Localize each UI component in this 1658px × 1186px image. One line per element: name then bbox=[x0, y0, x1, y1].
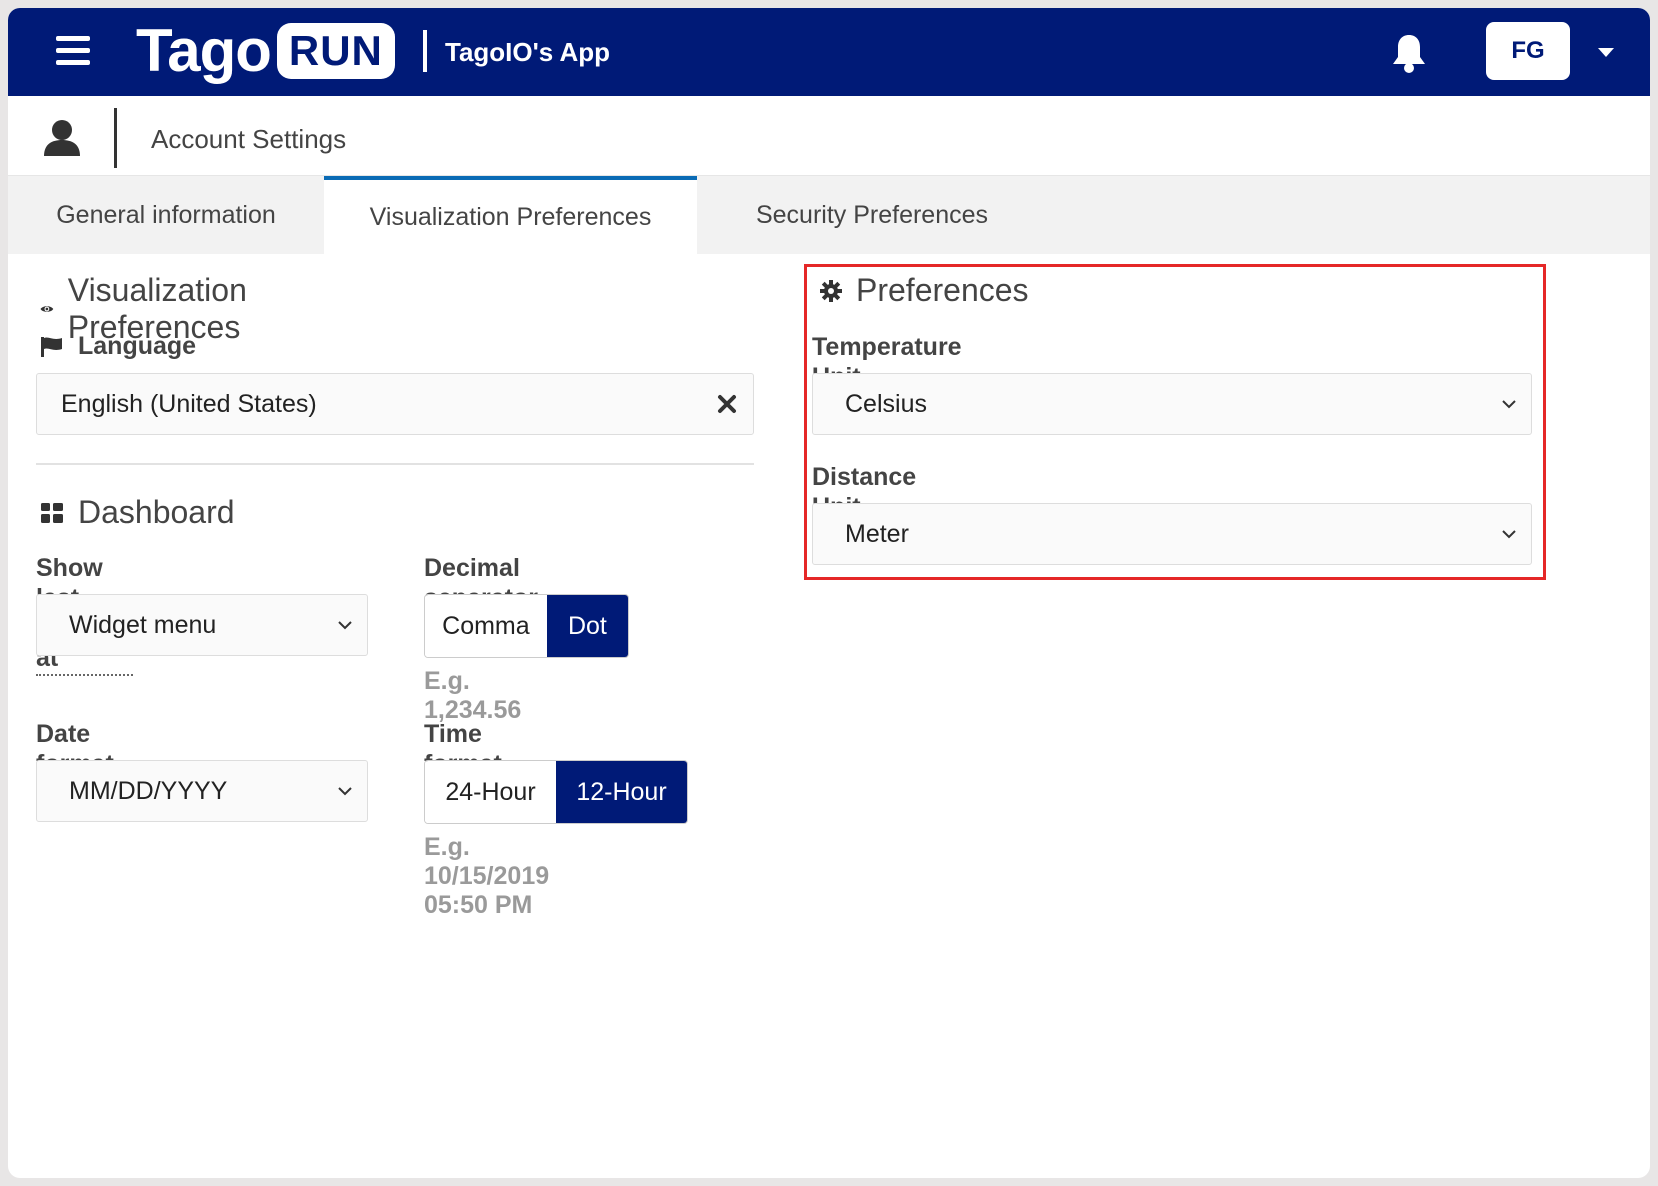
date-format-value: MM/DD/YYYY bbox=[69, 776, 228, 805]
decimal-dot-button[interactable]: Dot bbox=[546, 595, 628, 657]
dashboard-icon bbox=[41, 502, 63, 523]
date-format-select[interactable]: MM/DD/YYYY bbox=[36, 760, 368, 822]
time-24-hour-button[interactable]: 24-Hour bbox=[425, 761, 556, 823]
chevron-down-icon bbox=[338, 787, 352, 796]
header-divider bbox=[423, 30, 427, 72]
decimal-example: E.g. 1,234.56 bbox=[424, 667, 522, 724]
tab-visualization-preferences[interactable]: Visualization Preferences bbox=[324, 176, 697, 254]
dashboard-title-text: Dashboard bbox=[78, 494, 235, 530]
chevron-down-icon bbox=[338, 621, 352, 630]
tab-bar: General information Visualization Prefer… bbox=[8, 176, 1650, 254]
show-last-updated-value: Widget menu bbox=[69, 610, 217, 639]
language-value: English (United States) bbox=[61, 389, 317, 418]
user-avatar-button[interactable]: FG bbox=[1486, 22, 1570, 80]
close-icon[interactable] bbox=[717, 394, 737, 414]
tab-general-information[interactable]: General information bbox=[8, 176, 324, 254]
highlight-box bbox=[804, 264, 1546, 580]
decimal-separator-toggle: Comma Dot bbox=[424, 594, 629, 658]
subheader-divider bbox=[114, 108, 117, 168]
language-select[interactable]: English (United States) bbox=[36, 373, 754, 435]
time-12-hour-button[interactable]: 12-Hour bbox=[556, 761, 687, 823]
page-header: Account Settings bbox=[8, 96, 1650, 176]
logo-text: Tago bbox=[136, 17, 272, 84]
time-format-toggle: 24-Hour 12-Hour bbox=[424, 760, 688, 824]
logo[interactable]: Tago RUN bbox=[136, 18, 395, 84]
time-example: E.g. 10/15/2019 05:50 PM bbox=[424, 833, 550, 919]
menu-icon[interactable] bbox=[56, 36, 90, 66]
logo-badge: RUN bbox=[276, 23, 395, 79]
language-label: Language bbox=[40, 332, 196, 361]
bell-icon[interactable] bbox=[1390, 32, 1428, 74]
section-divider bbox=[36, 463, 754, 465]
flag-icon bbox=[41, 336, 62, 357]
chevron-down-icon[interactable] bbox=[1598, 48, 1614, 57]
top-bar: Tago RUN TagoIO's App FG bbox=[8, 8, 1650, 96]
decimal-comma-button[interactable]: Comma bbox=[425, 595, 547, 657]
app-window: Tago RUN TagoIO's App FG Account Setting… bbox=[8, 8, 1650, 1178]
eye-icon bbox=[40, 306, 54, 312]
show-last-updated-select[interactable]: Widget menu bbox=[36, 594, 368, 656]
tab-security-preferences[interactable]: Security Preferences bbox=[697, 176, 1047, 254]
dashboard-section-title: Dashboard bbox=[40, 494, 235, 531]
language-label-text: Language bbox=[78, 332, 197, 360]
app-name: TagoIO's App bbox=[445, 37, 611, 67]
page-title: Account Settings bbox=[151, 124, 347, 154]
user-icon bbox=[42, 118, 82, 158]
